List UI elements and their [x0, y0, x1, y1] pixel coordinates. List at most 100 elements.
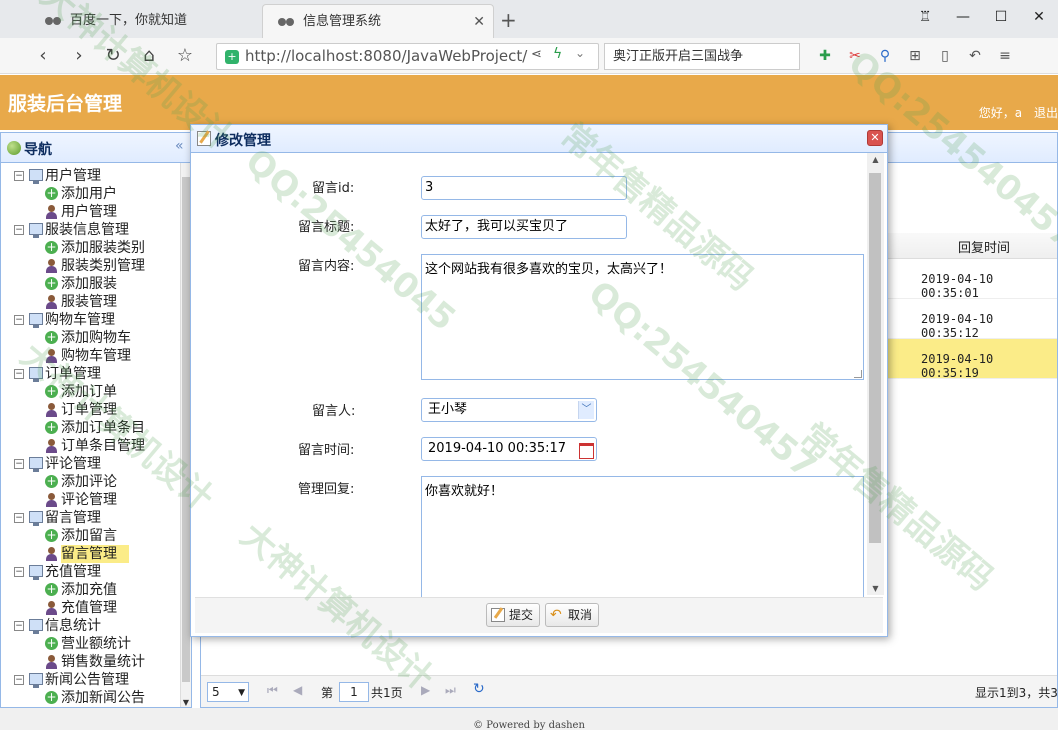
page-number-input[interactable]: 1 [339, 682, 369, 702]
page-size-select[interactable]: 5 ▼ [207, 682, 249, 702]
scroll-down-icon[interactable]: ▼ [867, 584, 884, 593]
submit-label: 提交 [509, 608, 534, 622]
tree-group[interactable]: − 用户管理 [1, 167, 179, 185]
collapse-node-icon[interactable]: − [14, 621, 24, 631]
browser-tab-bar: 百度一下，你就知道 信息管理系统 ✕ + ♖ — ☐ ✕ [0, 0, 1058, 38]
add-icon: + [45, 690, 58, 704]
collapse-node-icon[interactable]: − [14, 315, 24, 325]
collapse-node-icon[interactable]: − [14, 171, 24, 181]
tree-item[interactable]: 购物车管理 [1, 347, 179, 365]
new-tab-icon[interactable]: + [500, 8, 517, 32]
scrollbar-thumb[interactable] [182, 177, 190, 682]
browser-tab-baidu[interactable]: 百度一下，你就知道 [30, 4, 197, 38]
title-field[interactable]: 太好了，我可以买宝贝了 [421, 215, 627, 239]
menu-icon[interactable]: ≡ [992, 43, 1018, 69]
tree-item[interactable]: 订单条目管理 [1, 437, 179, 455]
collapse-left-icon[interactable]: « [175, 138, 184, 154]
column-reply-time[interactable]: 回复时间 [958, 237, 1010, 256]
tree-item[interactable]: + 添加用户 [1, 185, 179, 203]
maximize-icon[interactable]: ☐ [982, 0, 1020, 34]
tree-item[interactable]: + 添加新闻公告 [1, 689, 179, 707]
close-window-icon[interactable]: ✕ [1020, 0, 1058, 34]
chevron-down-icon[interactable]: ﹀ [578, 401, 594, 419]
speed-mode-icon[interactable]: ϟ [553, 46, 562, 62]
tree-group[interactable]: − 订单管理 [1, 365, 179, 383]
tree-item[interactable]: + 添加服装 [1, 275, 179, 293]
tree-group[interactable]: − 新闻公告管理 [1, 671, 179, 689]
reload-icon[interactable]: ↻ [100, 43, 126, 69]
tree-item[interactable]: + 添加购物车 [1, 329, 179, 347]
address-bar[interactable]: + http://localhost:8080/JavaWebProject/ … [216, 43, 599, 70]
browser-tab-active[interactable]: 信息管理系统 ✕ [262, 4, 494, 38]
resize-grip-icon[interactable] [854, 370, 862, 378]
forward-icon[interactable]: › [66, 43, 92, 69]
tree-item[interactable]: + 添加评论 [1, 473, 179, 491]
reader-icon[interactable]: ▯ [932, 43, 958, 69]
content-label: 留言内容: [298, 259, 355, 274]
tree-item[interactable]: 订单管理 [1, 401, 179, 419]
collapse-node-icon[interactable]: − [14, 675, 24, 685]
computer-icon [29, 313, 43, 328]
skin-icon[interactable]: ♖ [906, 0, 944, 34]
tree-group[interactable]: − 购物车管理 [1, 311, 179, 329]
back-icon[interactable]: ‹ [30, 43, 56, 69]
collapse-node-icon[interactable]: − [14, 369, 24, 379]
content-textarea[interactable]: 这个网站我有很多喜欢的宝贝，太高兴了！ [421, 254, 864, 380]
search-icon[interactable]: ⚲ [872, 43, 898, 69]
scroll-down-icon[interactable]: ▼ [181, 698, 191, 707]
time-datetimebox[interactable]: 2019-04-10 00:35:17 [421, 437, 597, 461]
tree-item[interactable]: 充值管理 [1, 599, 179, 617]
apps-grid-icon[interactable]: ⊞ [902, 43, 928, 69]
user-info: 您好，a 退出 [971, 104, 1058, 121]
calendar-icon[interactable] [578, 440, 594, 459]
close-dialog-icon[interactable]: ✕ [867, 130, 883, 146]
tree-item[interactable]: 销售数量统计 [1, 653, 179, 671]
next-page-icon[interactable]: ▶ [421, 683, 430, 697]
collapse-node-icon[interactable]: − [14, 225, 24, 235]
tree-group[interactable]: − 服装信息管理 [1, 221, 179, 239]
tree-group[interactable]: − 充值管理 [1, 563, 179, 581]
tree-item-label: 营业额统计 [61, 636, 131, 652]
tree-item[interactable]: 服装类别管理 [1, 257, 179, 275]
browser-search-input[interactable]: 奥汀正版开启三国战争 [604, 43, 800, 70]
tree-item[interactable]: + 营业额统计 [1, 635, 179, 653]
tree-item[interactable]: 用户管理 [1, 203, 179, 221]
tree-item[interactable]: 服装管理 [1, 293, 179, 311]
last-page-icon[interactable]: ⏭ [445, 683, 456, 698]
tree-item-label: 服装类别管理 [61, 258, 145, 274]
submit-button[interactable]: 提交 [486, 603, 541, 627]
share-icon[interactable]: ⋖ [531, 47, 542, 62]
scrollbar-thumb[interactable] [869, 173, 881, 543]
cancel-button[interactable]: ↶ 取消 [545, 603, 600, 627]
first-page-icon[interactable]: ⏮ [267, 683, 278, 698]
tree-item[interactable]: 评论管理 [1, 491, 179, 509]
tree-item[interactable]: + 添加服装类别 [1, 239, 179, 257]
tree-group[interactable]: − 评论管理 [1, 455, 179, 473]
tree-item[interactable]: + 添加留言 [1, 527, 179, 545]
tree-item[interactable]: + 添加订单条目 [1, 419, 179, 437]
close-tab-icon[interactable]: ✕ [473, 5, 485, 39]
scroll-up-icon[interactable]: ▲ [867, 155, 884, 164]
chevron-down-icon[interactable]: ⌄ [575, 46, 585, 60]
collapse-node-icon[interactable]: − [14, 513, 24, 523]
author-combobox[interactable]: 王小琴 ﹀ [421, 398, 597, 422]
bookmark-star-icon[interactable]: ☆ [172, 43, 198, 69]
id-field[interactable]: 3 [421, 176, 627, 200]
refresh-icon[interactable]: ↻ [473, 681, 485, 697]
tree-item[interactable]: + 添加充值 [1, 581, 179, 599]
logout-link[interactable]: 退出 [1034, 106, 1058, 120]
reply-textarea[interactable]: 你喜欢就好！ [421, 476, 864, 597]
screenshot-scissors-icon[interactable]: ✂ [842, 43, 868, 69]
tree-group[interactable]: − 留言管理 [1, 509, 179, 527]
tree-item[interactable]: + 添加订单 [1, 383, 179, 401]
tree-item-selected[interactable]: 留言管理 [1, 545, 179, 563]
collapse-node-icon[interactable]: − [14, 459, 24, 469]
minimize-icon[interactable]: — [944, 0, 982, 34]
undo-icon[interactable]: ↶ [962, 43, 988, 69]
collapse-node-icon[interactable]: − [14, 567, 24, 577]
tree-group[interactable]: − 信息统计 [1, 617, 179, 635]
translate-icon[interactable]: ✚ [812, 43, 838, 69]
dialog-scrollbar[interactable]: ▲ ▼ [867, 153, 884, 595]
home-icon[interactable]: ⌂ [136, 43, 162, 69]
prev-page-icon[interactable]: ◀ [293, 683, 302, 697]
